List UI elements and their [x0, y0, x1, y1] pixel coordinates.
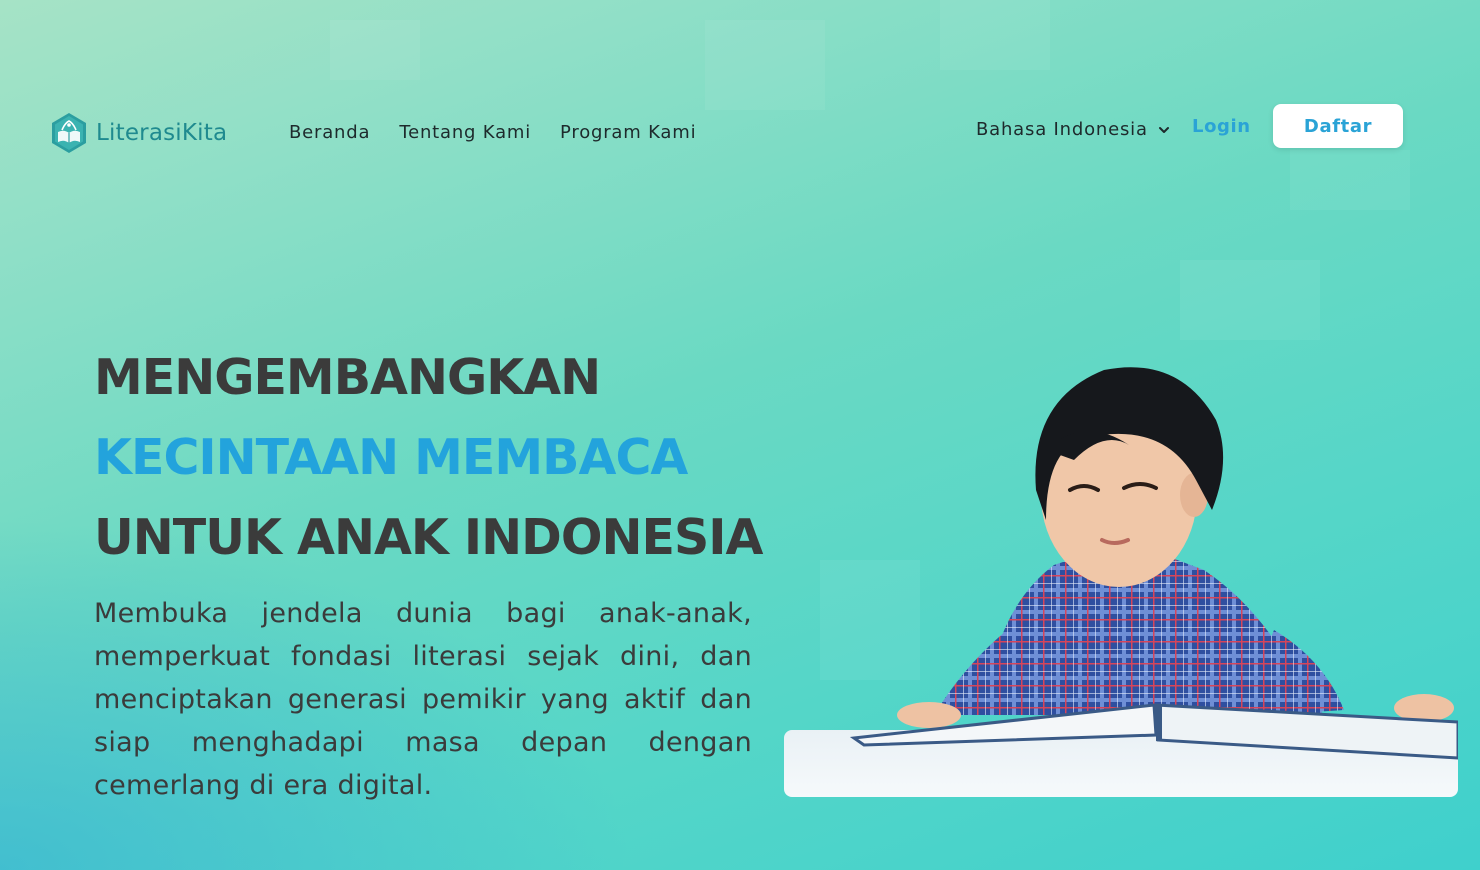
login-button[interactable]: Login — [1192, 116, 1251, 137]
hero-title-line-3: UNTUK ANAK INDONESIA — [94, 509, 763, 566]
hero-title-line-1: MENGEMBANGKAN — [94, 349, 601, 406]
nav-item-program-kami[interactable]: Program Kami — [560, 122, 696, 143]
chevron-down-icon — [1158, 126, 1169, 133]
nav-item-beranda[interactable]: Beranda — [289, 122, 370, 143]
book-hexagon-logo-icon — [52, 113, 86, 153]
register-button[interactable]: Daftar — [1273, 104, 1403, 148]
hero-description: Membuka jendela dunia bagi anak-anak, me… — [94, 598, 752, 801]
hero-title: MENGEMBANGKAN KECINTAAN MEMBACA UNTUK AN… — [94, 338, 774, 578]
hero-title-line-2: KECINTAAN MEMBACA — [94, 429, 688, 486]
brand-name: LiterasiKita — [96, 120, 228, 146]
brand-logo[interactable]: LiterasiKita — [50, 112, 227, 154]
language-selector[interactable]: Bahasa Indonesia — [976, 119, 1170, 140]
language-label: Bahasa Indonesia — [976, 119, 1148, 140]
main-nav: Beranda Tentang Kami Program Kami — [289, 122, 696, 143]
nav-item-tentang-kami[interactable]: Tentang Kami — [399, 122, 531, 143]
child-reading-illustration — [784, 367, 1458, 797]
